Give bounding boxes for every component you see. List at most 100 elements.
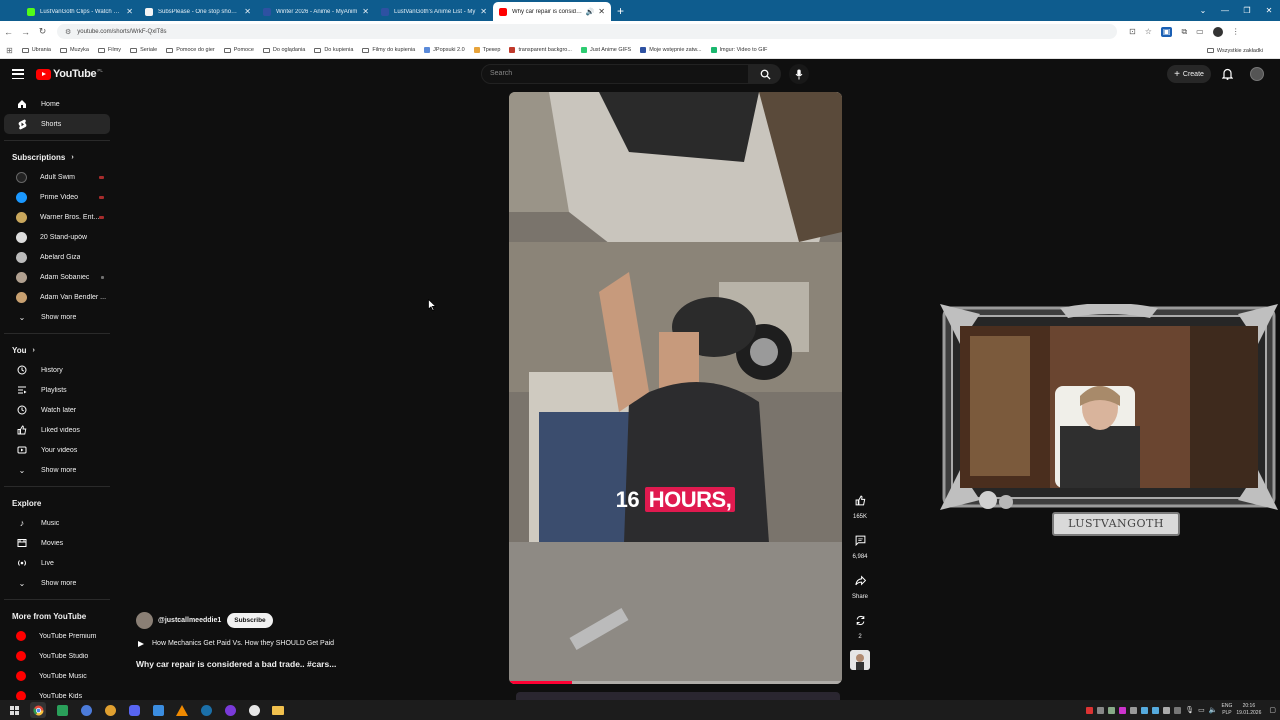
share-button[interactable]: [850, 570, 870, 590]
vlc-icon[interactable]: [174, 702, 190, 718]
app-icon[interactable]: [54, 702, 70, 718]
short-title[interactable]: Why car repair is considered a bad trade…: [136, 659, 336, 669]
sidebar-item-movies[interactable]: Movies: [4, 533, 110, 553]
bookmark-folder[interactable]: Filmy do kupienia: [362, 47, 415, 53]
subscriptions-header[interactable]: Subscriptions ›: [0, 147, 118, 167]
speaker-icon[interactable]: 🔊: [586, 8, 595, 16]
tray-icon[interactable]: [1097, 706, 1105, 714]
create-button[interactable]: + Create: [1167, 65, 1211, 83]
browser-tab[interactable]: SubsPlease - One stop shop fo ✕: [139, 2, 257, 21]
show-more-subscriptions[interactable]: ⌄ Show more: [4, 307, 110, 327]
browser-tab[interactable]: LustVanGoth Clips - Watch Live ✕: [21, 2, 139, 21]
app-icon[interactable]: [102, 702, 118, 718]
sound-thumbnail[interactable]: [850, 650, 870, 670]
app-icon[interactable]: [150, 702, 166, 718]
bookmark-folder[interactable]: Seriale: [130, 47, 157, 53]
sidebar-item-home[interactable]: Home: [4, 94, 110, 114]
discord-icon[interactable]: [126, 702, 142, 718]
close-tab-icon[interactable]: ✕: [480, 7, 487, 16]
close-tab-icon[interactable]: ✕: [126, 7, 133, 16]
site-info-icon[interactable]: ⚙: [65, 28, 71, 36]
hamburger-menu-icon[interactable]: [12, 69, 24, 79]
extensions-puzzle-icon[interactable]: ⧉: [1181, 27, 1187, 37]
minimize-icon[interactable]: —: [1214, 6, 1236, 15]
obs-icon[interactable]: [246, 702, 262, 718]
tray-icon[interactable]: [1163, 706, 1171, 714]
browser-tab-active[interactable]: Why car repair is considere 🔊 ✕: [493, 2, 611, 21]
install-icon[interactable]: ⊡: [1129, 27, 1136, 37]
tray-icon[interactable]: [1130, 706, 1138, 714]
bookmark-link[interactable]: Just Anime GIFS: [580, 47, 631, 53]
bookmark-folder[interactable]: Do oglądania: [262, 47, 305, 53]
bookmark-link[interactable]: transparent backgro...: [509, 47, 572, 53]
bookmark-link[interactable]: Moje wstępnie zatw...: [640, 47, 702, 53]
bookmark-star-icon[interactable]: ☆: [1145, 27, 1152, 37]
like-button[interactable]: [850, 490, 870, 510]
bookmark-folder[interactable]: Do kupienia: [314, 47, 353, 53]
reload-icon[interactable]: ↻: [34, 26, 51, 37]
related-video-link[interactable]: How Mechanics Get Paid Vs. How they SHOU…: [136, 640, 334, 647]
bookmark-folder[interactable]: Pomoce do gier: [166, 47, 215, 53]
sidebar-item-music[interactable]: ♪ Music: [4, 513, 110, 533]
close-tab-icon[interactable]: ✕: [598, 7, 605, 16]
sidebar-item-watch-later[interactable]: Watch later: [4, 400, 110, 420]
remix-button[interactable]: [850, 610, 870, 630]
browser-tab[interactable]: LustVanGoth's Anime List - My ✕: [375, 2, 493, 21]
subscription-item[interactable]: Abelard Giza: [4, 247, 110, 267]
channel-avatar[interactable]: [136, 612, 153, 629]
tray-icon[interactable]: [1152, 706, 1160, 714]
address-bar[interactable]: ⚙ youtube.com/shorts/WrkF-QxlT8s: [57, 24, 1117, 39]
sidebar-item-youtube-studio[interactable]: YouTube Studio: [4, 646, 110, 666]
chrome-icon[interactable]: [30, 702, 46, 718]
subscription-item[interactable]: 20 Stand-upów: [4, 227, 110, 247]
tab-search-icon[interactable]: ⌄: [1192, 6, 1214, 15]
close-window-icon[interactable]: ✕: [1258, 6, 1280, 15]
sidebar-item-your-videos[interactable]: Your videos: [4, 440, 110, 460]
windows-start-icon[interactable]: [6, 702, 22, 718]
bookmark-folder[interactable]: Ubrania: [21, 47, 51, 53]
tray-icon[interactable]: [1108, 706, 1116, 714]
extension-icon[interactable]: ▣: [1160, 26, 1173, 37]
sidebar-icon[interactable]: ▭: [1196, 27, 1204, 37]
subscription-item[interactable]: Adam Sobaniec: [4, 267, 110, 287]
bookmark-folder[interactable]: Pomoce: [223, 47, 254, 53]
notifications-icon[interactable]: ▢: [1269, 706, 1276, 714]
close-tab-icon[interactable]: ✕: [244, 7, 251, 16]
comments-button[interactable]: [850, 530, 870, 550]
notifications-bell-icon[interactable]: [1221, 67, 1234, 85]
menu-icon[interactable]: ⋮: [1232, 27, 1240, 37]
bookmark-folder[interactable]: Muzyka: [59, 47, 89, 53]
tray-icon[interactable]: [1119, 706, 1127, 714]
profile-avatar[interactable]: [1212, 26, 1223, 37]
file-explorer-icon[interactable]: [270, 702, 286, 718]
bookmark-link[interactable]: JPopsuki 2.0: [424, 47, 465, 53]
bookmark-link[interactable]: Imgur: Video to GIF: [710, 47, 767, 53]
browser-tab[interactable]: Winter 2026 - Anime - MyAnim ✕: [257, 2, 375, 21]
video-progress-bar[interactable]: [509, 681, 842, 684]
steam-icon[interactable]: [198, 702, 214, 718]
volume-icon[interactable]: 🔈: [1209, 706, 1218, 714]
you-header[interactable]: You ›: [0, 340, 118, 360]
clock[interactable]: 20:16 19.01.2026: [1236, 703, 1261, 717]
user-avatar[interactable]: [1250, 67, 1264, 81]
search-button[interactable]: [749, 64, 781, 84]
bookmark-folder[interactable]: Filmy: [97, 47, 121, 53]
subscription-item[interactable]: Adam Van Bendler ...: [4, 287, 110, 307]
sidebar-item-playlists[interactable]: Playlists: [4, 380, 110, 400]
microphone-tray-icon[interactable]: 🎙: [1185, 706, 1194, 714]
channel-handle[interactable]: @justcallmeeddie1: [158, 617, 221, 624]
network-icon[interactable]: ▭: [1198, 706, 1205, 714]
tray-icon[interactable]: [1174, 706, 1182, 714]
voice-search-button[interactable]: [789, 64, 809, 84]
sidebar-item-youtube-premium[interactable]: YouTube Premium: [4, 626, 110, 646]
sidebar-item-shorts[interactable]: Shorts: [4, 114, 110, 134]
shorts-video-player[interactable]: 16 HOURS,: [509, 92, 842, 684]
all-bookmarks[interactable]: Wszystkie zakładki: [1206, 42, 1263, 59]
language-indicator[interactable]: ENG PLP: [1222, 703, 1233, 717]
maximize-icon[interactable]: ❐: [1236, 6, 1258, 15]
subscription-item[interactable]: Adult Swim: [4, 167, 110, 187]
close-tab-icon[interactable]: ✕: [362, 7, 369, 16]
subscription-item[interactable]: Warner Bros. Ent...: [4, 207, 110, 227]
sidebar-item-history[interactable]: History: [4, 360, 110, 380]
app-icon[interactable]: [222, 702, 238, 718]
